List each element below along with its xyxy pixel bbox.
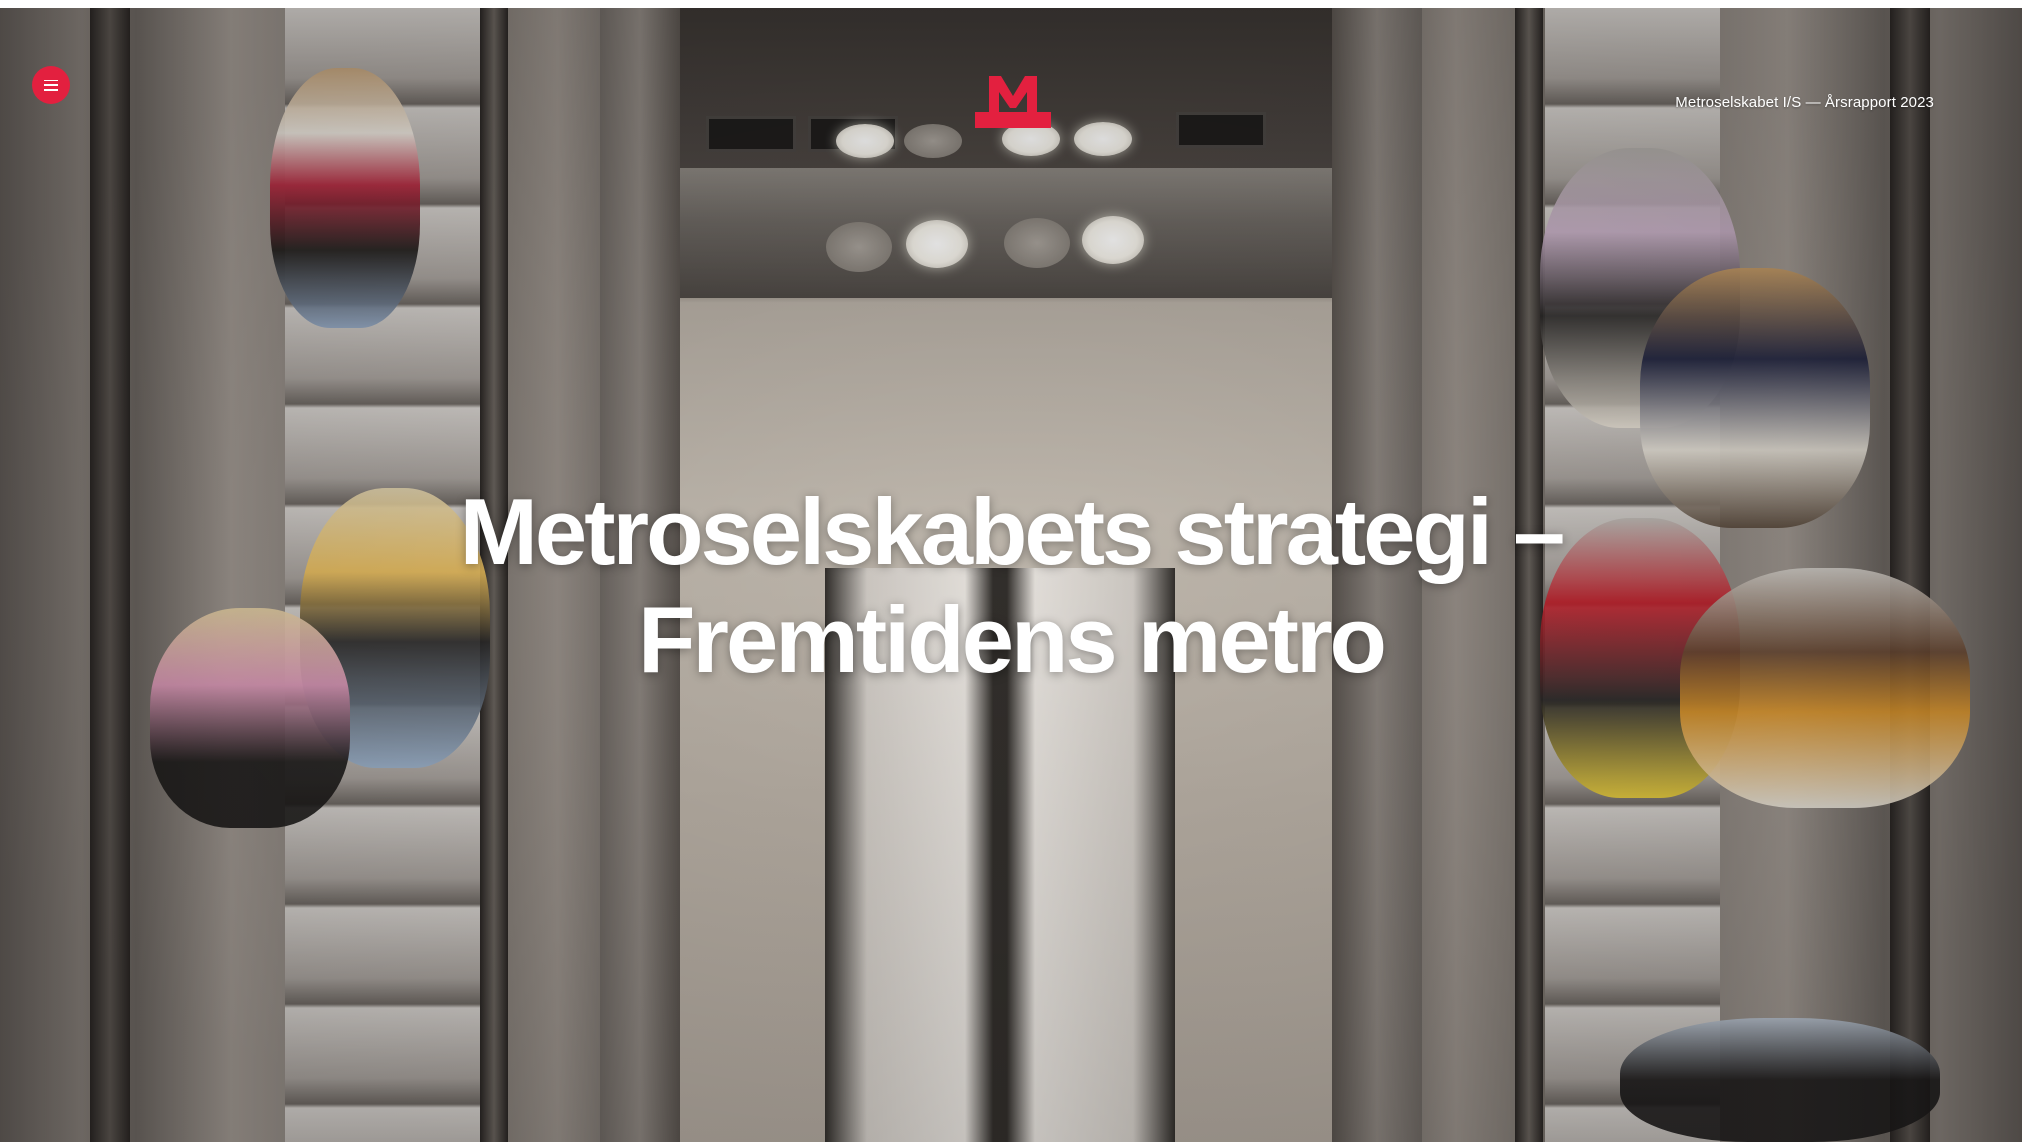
hero-section: Metroselskabet I/S — Årsrapport 2023 Met… [0,8,2022,1142]
page-title-line-2: Fremtidens metro [638,587,1387,692]
menu-button[interactable] [32,66,70,104]
page-title-line-1: Metroselskabets strategi – [459,479,1566,584]
hamburger-icon [44,79,58,91]
page-title: Metroselskabets strategi – Fremtidens me… [0,478,2022,694]
metro-logo-icon[interactable] [975,74,1051,128]
report-meta-label: Metroselskabet I/S — Årsrapport 2023 [1675,94,1934,111]
